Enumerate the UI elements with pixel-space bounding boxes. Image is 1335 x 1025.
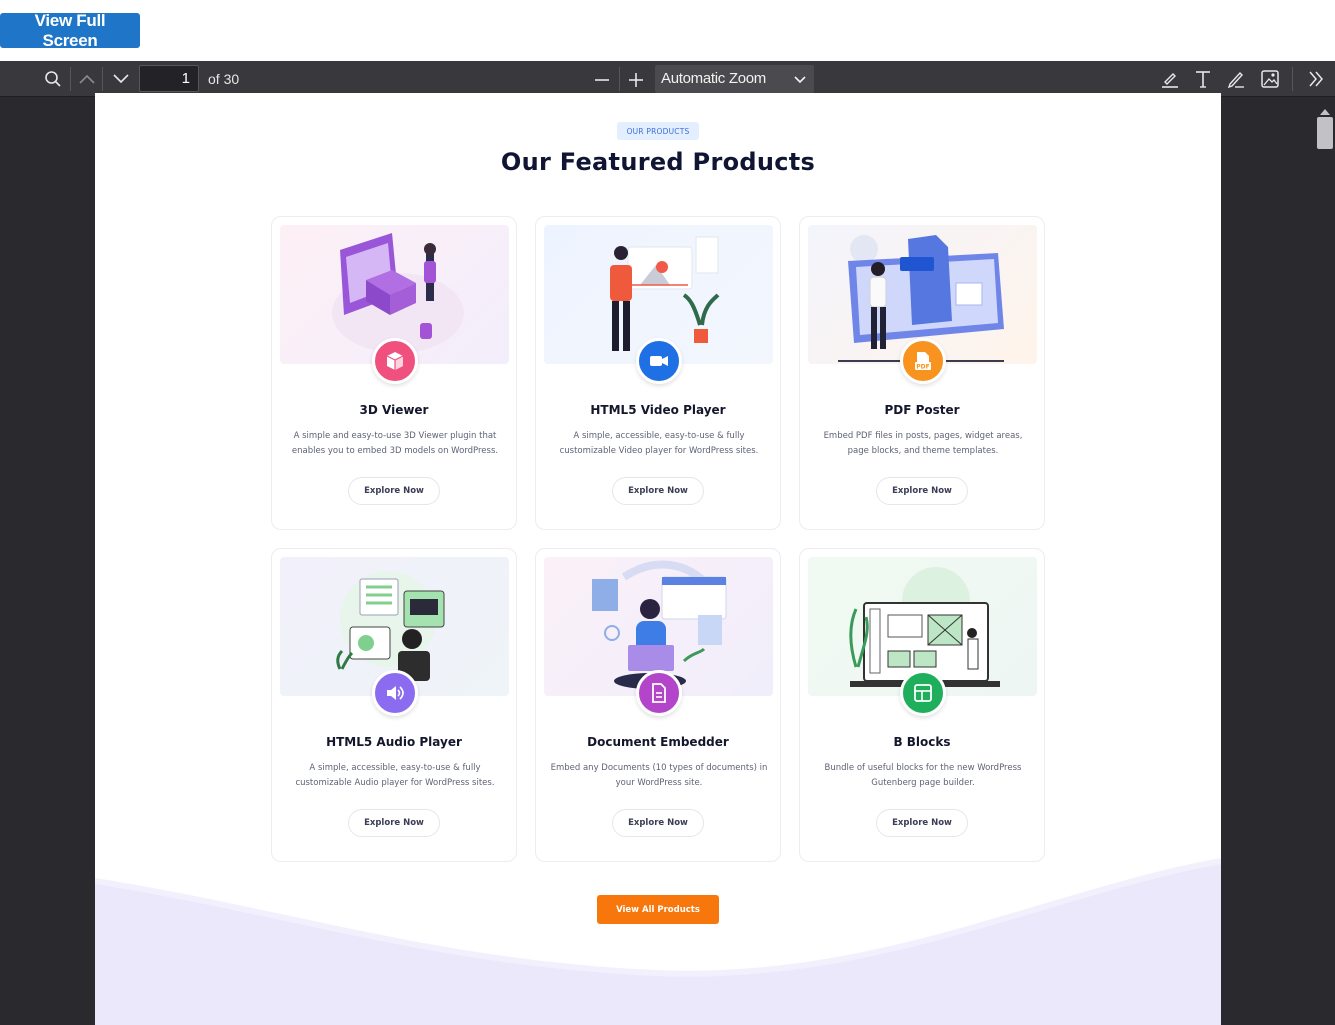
- page-count: of 30: [208, 71, 240, 87]
- svg-text:PDF: PDF: [916, 364, 929, 371]
- zoom-in-icon[interactable]: [624, 67, 648, 91]
- product-description: A simple and easy-to-use 3D Viewer plugi…: [291, 431, 499, 456]
- scrollbar-thumb[interactable]: [1317, 117, 1333, 149]
- pdf-page: OUR PRODUCTS Our Featured Products 3D Vi…: [95, 93, 1221, 1025]
- draw-icon[interactable]: [1224, 67, 1248, 91]
- product-card: HTML5 Audio Player A simple, accessible,…: [271, 548, 517, 862]
- search-icon[interactable]: [41, 67, 65, 91]
- image-icon[interactable]: [1258, 67, 1282, 91]
- text-icon[interactable]: [1191, 67, 1215, 91]
- speaker-icon: [372, 670, 418, 716]
- product-card: 3D Viewer A simple and easy-to-use 3D Vi…: [271, 216, 517, 530]
- product-card: B Blocks Bundle of useful blocks for the…: [799, 548, 1045, 862]
- product-title: Document Embedder: [587, 735, 729, 749]
- product-card: HTML5 Video Player A simple, accessible,…: [535, 216, 781, 530]
- zoom-out-icon[interactable]: [590, 67, 614, 91]
- pdf-viewer: 1 of 30 Automatic Zoom OUR PRODUCTS Our …: [0, 61, 1335, 1025]
- chevron-up-icon[interactable]: [75, 67, 99, 91]
- explore-now-button[interactable]: Explore Now: [348, 477, 440, 505]
- wave-background: [95, 858, 1221, 1025]
- highlight-icon[interactable]: [1158, 67, 1182, 91]
- product-card: Document Embedder Embed any Documents (1…: [535, 548, 781, 862]
- product-description: A simple, accessible, easy-to-use & full…: [295, 763, 495, 788]
- product-title: HTML5 Video Player: [590, 403, 726, 417]
- product-description: A simple, accessible, easy-to-use & full…: [559, 431, 759, 456]
- explore-now-button[interactable]: Explore Now: [612, 477, 704, 505]
- scroll-up-arrow-icon[interactable]: [1319, 102, 1331, 115]
- product-card: PDF PDF Poster Embed PDF files in posts,…: [799, 216, 1045, 530]
- double-chevron-right-icon[interactable]: [1304, 67, 1328, 91]
- scrollbar[interactable]: [1313, 98, 1335, 1025]
- product-title: HTML5 Audio Player: [326, 735, 462, 749]
- product-description: Embed PDF files in posts, pages, widget …: [823, 431, 1023, 456]
- video-camera-icon: [636, 338, 682, 384]
- section-badge: OUR PRODUCTS: [617, 122, 699, 140]
- view-full-screen-button[interactable]: View Full Screen: [0, 11, 140, 50]
- cube-icon: [372, 338, 418, 384]
- explore-now-button[interactable]: Explore Now: [876, 809, 968, 837]
- product-description: Bundle of useful blocks for the new Word…: [824, 763, 1022, 788]
- product-title: B Blocks: [893, 735, 951, 749]
- explore-now-button[interactable]: Explore Now: [612, 809, 704, 837]
- explore-now-button[interactable]: Explore Now: [348, 809, 440, 837]
- explore-now-button[interactable]: Explore Now: [876, 477, 968, 505]
- pdf-file-icon: PDF: [900, 338, 946, 384]
- zoom-select[interactable]: Automatic Zoom: [655, 65, 814, 93]
- zoom-value: Automatic Zoom: [661, 70, 767, 87]
- chevron-down-icon[interactable]: [109, 67, 133, 91]
- product-description: Embed any Documents (10 types of documen…: [550, 763, 768, 788]
- page-title: Our Featured Products: [500, 148, 816, 176]
- product-title: PDF Poster: [884, 403, 960, 417]
- document-icon: [636, 670, 682, 716]
- page-number-input[interactable]: 1: [139, 65, 199, 92]
- view-all-products-button[interactable]: View All Products: [597, 895, 719, 924]
- product-title: 3D Viewer: [359, 403, 429, 417]
- layout-blocks-icon: [900, 670, 946, 716]
- pdf-toolbar: 1 of 30 Automatic Zoom: [0, 61, 1335, 97]
